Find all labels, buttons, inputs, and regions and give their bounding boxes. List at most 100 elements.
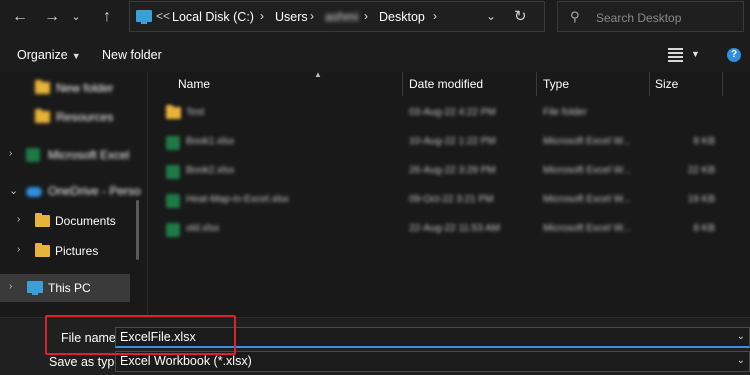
- pc-icon: [27, 281, 43, 295]
- sidebar-item-label: New folder: [56, 81, 114, 95]
- file-name: old.xlsx: [186, 223, 220, 234]
- file-date: 10-Aug-22 1:22 PM: [409, 136, 496, 147]
- column-header-size[interactable]: Size: [655, 72, 678, 96]
- sidebar-item-onedrive[interactable]: ⌄ OneDrive - Perso: [0, 177, 141, 205]
- pc-icon: [136, 10, 152, 24]
- address-bar[interactable]: << Local Disk (C:) › Users › ashmi › Des…: [129, 1, 545, 32]
- file-name-input[interactable]: ExcelFile.xlsx ⌄: [115, 327, 750, 348]
- caret-down-icon: ▼: [71, 51, 81, 61]
- file-type: Microsoft Excel W...: [543, 194, 631, 205]
- sidebar-item-documents[interactable]: › Documents: [0, 207, 130, 235]
- chevron-down-icon[interactable]: ⌄: [9, 184, 18, 197]
- view-list-icon[interactable]: [668, 48, 683, 62]
- sidebar-item-label: OneDrive - Perso: [48, 184, 141, 198]
- onedrive-icon: [26, 187, 42, 197]
- file-size: 8 KB: [693, 223, 715, 234]
- file-size: 22 KB: [687, 165, 715, 176]
- excel-icon: [166, 223, 180, 237]
- breadcrumb-user[interactable]: ashmi: [325, 10, 358, 24]
- file-date: 09-Oct-22 3:21 PM: [409, 194, 494, 205]
- breadcrumb-chevron-icon[interactable]: ›: [364, 9, 368, 23]
- save-as-type-value: Excel Workbook (*.xlsx): [120, 354, 252, 368]
- sidebar-item-resources[interactable]: Resources: [0, 103, 130, 131]
- search-box[interactable]: ⚲ Search Desktop: [557, 1, 744, 32]
- sidebar-item-pictures[interactable]: › Pictures: [0, 237, 130, 265]
- address-dropdown-chevron-icon[interactable]: ⌄: [486, 9, 496, 23]
- view-dropdown-icon[interactable]: ▼: [691, 49, 700, 59]
- file-name: Test: [186, 107, 205, 118]
- breadcrumb-local-disk[interactable]: Local Disk (C:): [172, 10, 254, 24]
- chevron-right-icon[interactable]: ›: [9, 281, 12, 292]
- file-list: ▲ Name Date modified Type Size Test 03-A…: [147, 70, 750, 317]
- column-header-type[interactable]: Type: [543, 72, 569, 96]
- file-row[interactable]: Book1.xlsx 10-Aug-22 1:22 PM Microsoft E…: [148, 128, 750, 156]
- file-name: Heat-Map-in-Excel.xlsx: [186, 194, 289, 205]
- breadcrumb-chevron-icon[interactable]: ›: [310, 9, 314, 23]
- file-date: 26-Aug-22 3:29 PM: [409, 165, 496, 176]
- breadcrumb-desktop[interactable]: Desktop: [379, 10, 425, 24]
- excel-icon: [26, 148, 40, 162]
- organize-button[interactable]: Organize ▼: [17, 48, 81, 62]
- overflow-chevron-icon[interactable]: <<: [156, 9, 170, 23]
- sidebar-item-label: Microsoft Excel: [48, 148, 130, 162]
- file-date: 22-Aug-22 11:53 AM: [409, 223, 500, 234]
- column-divider[interactable]: [722, 72, 723, 96]
- folder-icon: [35, 109, 50, 123]
- column-header-name[interactable]: ▲ Name: [178, 70, 322, 96]
- sidebar-item-label: This PC: [48, 281, 91, 295]
- column-header-date[interactable]: Date modified: [409, 72, 483, 96]
- folder-icon: [35, 80, 50, 94]
- save-as-type-select[interactable]: Excel Workbook (*.xlsx) ⌄: [115, 351, 750, 372]
- folder-icon: [35, 243, 50, 257]
- excel-icon: [166, 136, 180, 150]
- help-icon[interactable]: ?: [727, 48, 741, 62]
- sidebar-item-label: Documents: [55, 214, 116, 228]
- file-type: File folder: [543, 107, 587, 118]
- new-folder-button[interactable]: New folder: [102, 48, 162, 62]
- column-divider[interactable]: [536, 72, 537, 96]
- file-type: Microsoft Excel W...: [543, 165, 631, 176]
- forward-arrow-icon[interactable]: →: [40, 6, 64, 28]
- file-size: 8 KB: [693, 136, 715, 147]
- command-bar: Organize ▼ New folder ▼ ?: [0, 38, 750, 72]
- chevron-right-icon[interactable]: ›: [17, 244, 20, 255]
- folder-icon: [166, 105, 181, 119]
- refresh-icon[interactable]: ↻: [514, 7, 527, 25]
- sidebar-scrollbar[interactable]: [136, 200, 139, 260]
- column-header-name-label: Name: [178, 77, 211, 91]
- sidebar-item-new-folder[interactable]: New folder: [0, 74, 130, 102]
- navigation-pane: New folder Resources › Microsoft Excel ⌄…: [0, 72, 147, 317]
- breadcrumb-users[interactable]: Users: [275, 10, 308, 24]
- chevron-right-icon[interactable]: ›: [9, 148, 12, 159]
- organize-label: Organize: [17, 48, 68, 62]
- recent-locations-chevron-icon[interactable]: ⌄: [64, 6, 88, 28]
- chevron-right-icon[interactable]: ›: [17, 214, 20, 225]
- up-arrow-icon[interactable]: ↑: [95, 6, 119, 28]
- search-icon: ⚲: [570, 9, 580, 24]
- sidebar-item-this-pc[interactable]: › This PC: [0, 274, 130, 302]
- column-divider[interactable]: [649, 72, 650, 96]
- file-row[interactable]: Heat-Map-in-Excel.xlsx 09-Oct-22 3:21 PM…: [148, 186, 750, 214]
- file-name: Book2.xlsx: [186, 165, 235, 176]
- sidebar-item-microsoft-excel[interactable]: › Microsoft Excel: [0, 141, 130, 169]
- file-row[interactable]: Book2.xlsx 26-Aug-22 3:29 PM Microsoft E…: [148, 157, 750, 185]
- address-toolbar: ← → ⌄ ↑ << Local Disk (C:) › Users › ash…: [0, 0, 750, 38]
- file-name-label: File name:: [61, 331, 120, 345]
- chevron-down-icon[interactable]: ⌄: [737, 331, 745, 342]
- column-divider[interactable]: [402, 72, 403, 96]
- save-as-type-label: Save as type:: [49, 355, 125, 369]
- sort-ascending-icon: ▲: [314, 70, 322, 79]
- file-type: Microsoft Excel W...: [543, 136, 631, 147]
- save-panel: File name: ExcelFile.xlsx ⌄ Save as type…: [0, 317, 750, 375]
- search-placeholder[interactable]: Search Desktop: [596, 11, 681, 25]
- chevron-down-icon[interactable]: ⌄: [737, 355, 745, 366]
- file-row[interactable]: Test 03-Aug-22 4:22 PM File folder: [148, 99, 750, 127]
- sidebar-item-label: Resources: [56, 110, 114, 124]
- sidebar-item-label: Pictures: [55, 244, 99, 258]
- folder-icon: [35, 213, 50, 227]
- breadcrumb-chevron-icon[interactable]: ›: [433, 9, 437, 23]
- breadcrumb-chevron-icon[interactable]: ›: [260, 9, 264, 23]
- back-arrow-icon[interactable]: ←: [8, 6, 32, 28]
- file-name: Book1.xlsx: [186, 136, 235, 147]
- file-row[interactable]: old.xlsx 22-Aug-22 11:53 AM Microsoft Ex…: [148, 215, 750, 243]
